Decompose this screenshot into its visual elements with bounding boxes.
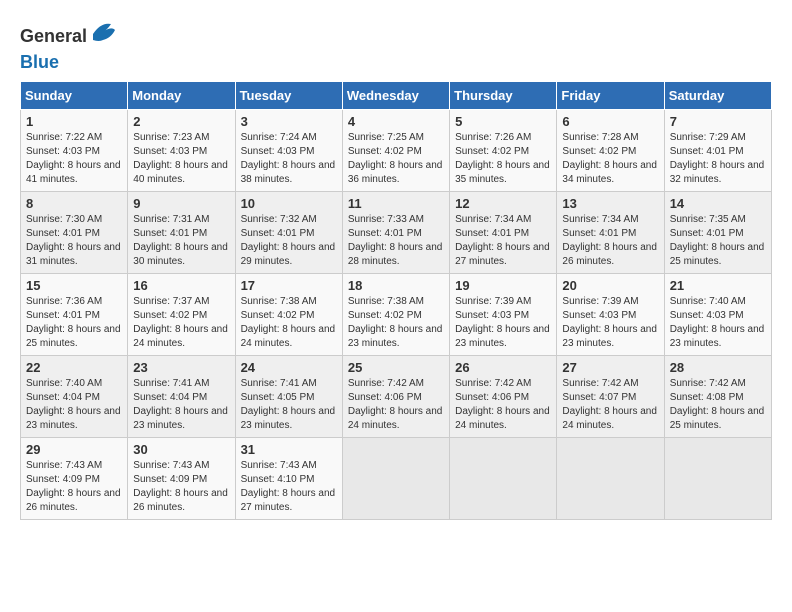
calendar-cell: 31Sunrise: 7:43 AMSunset: 4:10 PMDayligh… — [235, 437, 342, 519]
calendar-cell: 24Sunrise: 7:41 AMSunset: 4:05 PMDayligh… — [235, 355, 342, 437]
calendar-cell: 26Sunrise: 7:42 AMSunset: 4:06 PMDayligh… — [450, 355, 557, 437]
calendar-cell: 28Sunrise: 7:42 AMSunset: 4:08 PMDayligh… — [664, 355, 771, 437]
calendar-cell: 17Sunrise: 7:38 AMSunset: 4:02 PMDayligh… — [235, 273, 342, 355]
calendar-week-row: 22Sunrise: 7:40 AMSunset: 4:04 PMDayligh… — [21, 355, 772, 437]
calendar-cell: 19Sunrise: 7:39 AMSunset: 4:03 PMDayligh… — [450, 273, 557, 355]
calendar-cell — [342, 437, 449, 519]
calendar-cell: 7Sunrise: 7:29 AMSunset: 4:01 PMDaylight… — [664, 109, 771, 191]
weekday-header-sunday: Sunday — [21, 81, 128, 109]
weekday-header-friday: Friday — [557, 81, 664, 109]
calendar-cell: 9Sunrise: 7:31 AMSunset: 4:01 PMDaylight… — [128, 191, 235, 273]
calendar-cell: 3Sunrise: 7:24 AMSunset: 4:03 PMDaylight… — [235, 109, 342, 191]
calendar-table: SundayMondayTuesdayWednesdayThursdayFrid… — [20, 81, 772, 520]
calendar-cell — [450, 437, 557, 519]
calendar-cell: 5Sunrise: 7:26 AMSunset: 4:02 PMDaylight… — [450, 109, 557, 191]
weekday-header-tuesday: Tuesday — [235, 81, 342, 109]
weekday-header-saturday: Saturday — [664, 81, 771, 109]
calendar-cell: 20Sunrise: 7:39 AMSunset: 4:03 PMDayligh… — [557, 273, 664, 355]
calendar-cell: 23Sunrise: 7:41 AMSunset: 4:04 PMDayligh… — [128, 355, 235, 437]
weekday-header-monday: Monday — [128, 81, 235, 109]
header: General Blue — [20, 20, 772, 71]
calendar-cell: 21Sunrise: 7:40 AMSunset: 4:03 PMDayligh… — [664, 273, 771, 355]
calendar-cell: 18Sunrise: 7:38 AMSunset: 4:02 PMDayligh… — [342, 273, 449, 355]
logo: General Blue — [20, 20, 117, 71]
calendar-cell: 25Sunrise: 7:42 AMSunset: 4:06 PMDayligh… — [342, 355, 449, 437]
calendar-cell: 27Sunrise: 7:42 AMSunset: 4:07 PMDayligh… — [557, 355, 664, 437]
calendar-cell: 22Sunrise: 7:40 AMSunset: 4:04 PMDayligh… — [21, 355, 128, 437]
calendar-cell: 2Sunrise: 7:23 AMSunset: 4:03 PMDaylight… — [128, 109, 235, 191]
calendar-cell: 11Sunrise: 7:33 AMSunset: 4:01 PMDayligh… — [342, 191, 449, 273]
calendar-cell: 30Sunrise: 7:43 AMSunset: 4:09 PMDayligh… — [128, 437, 235, 519]
calendar-week-row: 8Sunrise: 7:30 AMSunset: 4:01 PMDaylight… — [21, 191, 772, 273]
calendar-week-row: 1Sunrise: 7:22 AMSunset: 4:03 PMDaylight… — [21, 109, 772, 191]
calendar-cell: 4Sunrise: 7:25 AMSunset: 4:02 PMDaylight… — [342, 109, 449, 191]
calendar-cell — [557, 437, 664, 519]
calendar-cell: 14Sunrise: 7:35 AMSunset: 4:01 PMDayligh… — [664, 191, 771, 273]
calendar-cell: 1Sunrise: 7:22 AMSunset: 4:03 PMDaylight… — [21, 109, 128, 191]
calendar-cell: 15Sunrise: 7:36 AMSunset: 4:01 PMDayligh… — [21, 273, 128, 355]
weekday-header-wednesday: Wednesday — [342, 81, 449, 109]
calendar-cell: 16Sunrise: 7:37 AMSunset: 4:02 PMDayligh… — [128, 273, 235, 355]
weekday-header-thursday: Thursday — [450, 81, 557, 109]
calendar-cell: 29Sunrise: 7:43 AMSunset: 4:09 PMDayligh… — [21, 437, 128, 519]
calendar-cell: 12Sunrise: 7:34 AMSunset: 4:01 PMDayligh… — [450, 191, 557, 273]
calendar-cell: 10Sunrise: 7:32 AMSunset: 4:01 PMDayligh… — [235, 191, 342, 273]
calendar-cell: 6Sunrise: 7:28 AMSunset: 4:02 PMDaylight… — [557, 109, 664, 191]
calendar-cell: 8Sunrise: 7:30 AMSunset: 4:01 PMDaylight… — [21, 191, 128, 273]
calendar-cell: 13Sunrise: 7:34 AMSunset: 4:01 PMDayligh… — [557, 191, 664, 273]
weekday-header-row: SundayMondayTuesdayWednesdayThursdayFrid… — [21, 81, 772, 109]
calendar-week-row: 15Sunrise: 7:36 AMSunset: 4:01 PMDayligh… — [21, 273, 772, 355]
calendar-week-row: 29Sunrise: 7:43 AMSunset: 4:09 PMDayligh… — [21, 437, 772, 519]
calendar-cell — [664, 437, 771, 519]
